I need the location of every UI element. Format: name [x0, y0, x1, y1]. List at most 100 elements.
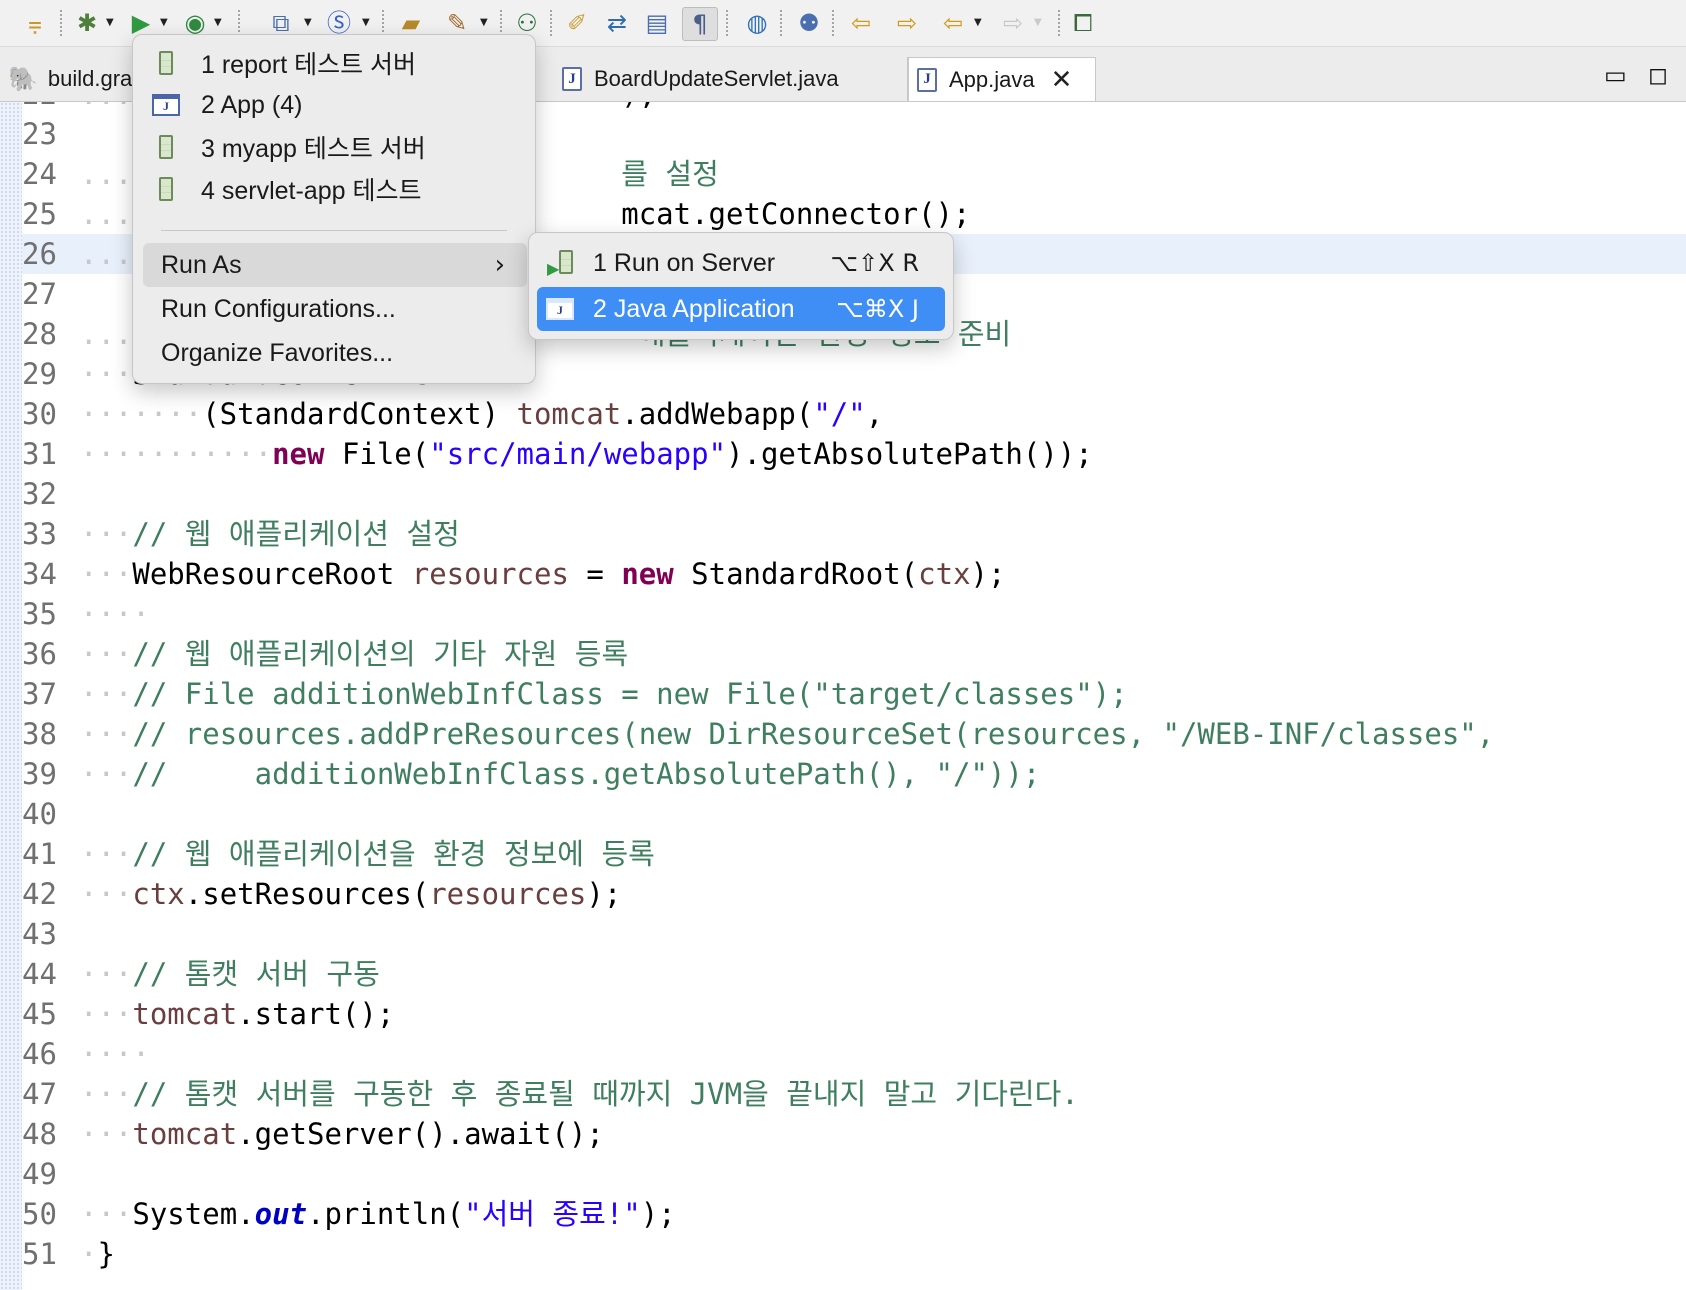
code-line[interactable]: 50 ···System.out.println("서버 종료!"); — [22, 1194, 1686, 1234]
chevron-down-icon[interactable]: ▼ — [480, 17, 488, 28]
code-line[interactable]: 48 ···tomcat.getServer().await(); — [22, 1114, 1686, 1154]
code-text: System. — [132, 1197, 255, 1231]
line-number: 42 — [22, 877, 57, 911]
code-line[interactable]: 45 ···tomcat.start(); — [22, 994, 1686, 1034]
chevron-down-icon[interactable]: ▼ — [160, 17, 168, 28]
code-text: ); — [621, 102, 656, 111]
organize-favorites-menu-item[interactable]: Organize Favorites... — [143, 331, 527, 375]
run-as-submenu: ▶ 1 Run on Server ⌥⇧X R J 2 Java Applica… — [528, 232, 954, 340]
menu-item-label: Run As — [161, 250, 242, 279]
code-variable: tomcat — [132, 1117, 238, 1151]
code-comment: // 웹 애플리케이션 설정 — [132, 517, 460, 551]
line-number: 48 — [22, 1117, 57, 1151]
java-application-menu-item[interactable]: J 2 Java Application ⌥⌘X J — [537, 287, 945, 331]
server-icon — [159, 177, 173, 201]
menu-item-label: 2 Java Application — [593, 294, 795, 323]
code-cast: (StandardContext) — [202, 397, 500, 431]
forward-arrow-icon[interactable]: ⇨ — [890, 7, 924, 39]
line-number: 32 — [22, 477, 57, 511]
tab-app-java[interactable]: J App.java ✕ — [908, 57, 1096, 101]
navigate-forward-icon[interactable]: ⇨ — [996, 7, 1030, 39]
chevron-down-icon[interactable]: ▼ — [214, 17, 222, 28]
document-icon[interactable]: ▤ — [640, 7, 674, 39]
code-line[interactable]: 38 ···// resources.addPreResources(new Di… — [22, 714, 1686, 754]
code-line[interactable]: 33 ···// 웹 애플리케이션 설정 — [22, 514, 1686, 554]
code-string: "src/main/webapp" — [429, 437, 727, 471]
filter-icon[interactable]: ⩦ — [18, 7, 52, 39]
close-icon[interactable]: ✕ — [1051, 67, 1073, 93]
toolbar-separator — [1058, 10, 1062, 36]
navigate-back-icon[interactable]: ⇦ — [936, 7, 970, 39]
code-text: mcat.getConnector(); — [621, 197, 971, 231]
code-line[interactable]: 35 ···· — [22, 594, 1686, 634]
chevron-down-icon[interactable]: ▼ — [1034, 17, 1042, 28]
compare-icon[interactable]: ⇄ — [600, 7, 634, 39]
favorite-item-servlet-app[interactable]: 4 servlet-app 테스트 — [143, 169, 527, 209]
maximize-icon[interactable]: ◻ — [1648, 61, 1668, 89]
pilcrow-icon[interactable]: ¶ — [682, 7, 718, 41]
code-text: .start(); — [237, 997, 395, 1031]
globe-icon[interactable]: ◍ — [740, 7, 774, 39]
menu-item-label: 1 report 테스트 서버 — [201, 51, 417, 79]
code-line[interactable]: 30 ·······(StandardContext) tomcat.addWeb… — [22, 394, 1686, 434]
chevron-down-icon[interactable]: ▼ — [974, 17, 982, 28]
code-comment: // 웹 애플리케이션을 환경 정보에 등록 — [132, 837, 655, 871]
menu-item-label: 4 servlet-app 테스트 — [201, 177, 422, 205]
line-number: 43 — [22, 917, 57, 951]
new-window-icon[interactable]: ⧠ — [1066, 7, 1100, 39]
code-keyword: new — [621, 557, 674, 591]
line-number: 31 — [22, 437, 57, 471]
line-number: 50 — [22, 1197, 57, 1231]
run-on-server-menu-item[interactable]: ▶ 1 Run on Server ⌥⇧X R — [537, 241, 945, 285]
code-line[interactable]: 43 — [22, 914, 1686, 954]
run-as-menu-item[interactable]: Run As › — [143, 243, 527, 287]
code-line[interactable]: 47 ···// 톰캣 서버를 구동한 후 종료될 때까지 JVM을 끝내지 말고… — [22, 1074, 1686, 1114]
minimize-icon[interactable]: ▭ — [1604, 61, 1627, 89]
line-number: 49 — [22, 1157, 57, 1191]
person-icon[interactable]: ⚉ — [792, 7, 826, 39]
code-string: "서버 종료!" — [464, 1197, 641, 1231]
code-line[interactable]: 32 — [22, 474, 1686, 514]
code-line[interactable]: 44 ···// 톰캣 서버 구동 — [22, 954, 1686, 994]
chevron-down-icon[interactable]: ▼ — [362, 17, 370, 28]
menu-item-label: 3 myapp 테스트 서버 — [201, 135, 426, 163]
code-variable: tomcat — [132, 997, 238, 1031]
code-line[interactable]: 41 ···// 웹 애플리케이션을 환경 정보에 등록 — [22, 834, 1686, 874]
menu-separator — [161, 230, 507, 231]
toolbar-separator — [238, 10, 242, 36]
menu-item-label: Organize Favorites... — [161, 338, 394, 367]
code-line[interactable]: 34 ···WebResourceRoot resources = new Sta… — [22, 554, 1686, 594]
favorite-item-app[interactable]: J 2 App (4) — [143, 85, 527, 125]
run-configurations-menu-item[interactable]: Run Configurations... — [143, 287, 527, 331]
tab-build-gradle[interactable]: 🐘 build.gra — [0, 57, 140, 101]
code-line[interactable]: 40 — [22, 794, 1686, 834]
code-line[interactable]: 31 ···········new File("src/main/webapp")… — [22, 434, 1686, 474]
code-line[interactable]: 46 ···· — [22, 1034, 1686, 1074]
code-line[interactable]: 51 ·} — [22, 1234, 1686, 1274]
code-line[interactable]: 37 ···// File additionWebInfClass = new F… — [22, 674, 1686, 714]
favorite-item-myapp[interactable]: 3 myapp 테스트 서버 — [143, 127, 527, 167]
chevron-down-icon[interactable]: ▼ — [304, 17, 312, 28]
toolbar-separator — [500, 10, 504, 36]
code-string: "/" — [813, 397, 866, 431]
code-line[interactable]: 39 ···// additionWebInfClass.getAbsoluteP… — [22, 754, 1686, 794]
back-arrow-icon[interactable]: ⇦ — [844, 7, 878, 39]
line-number: 28 — [22, 317, 57, 351]
run-favorites-menu: 1 report 테스트 서버 J 2 App (4) 3 myapp 테스트 … — [132, 34, 536, 384]
toolbar-separator — [780, 10, 784, 36]
favorite-item-report[interactable]: 1 report 테스트 서버 — [143, 43, 527, 83]
line-number: 46 — [22, 1037, 57, 1071]
chevron-down-icon[interactable]: ▼ — [106, 17, 114, 28]
tab-board-update-servlet[interactable]: J BoardUpdateServlet.java — [554, 57, 908, 101]
code-line[interactable]: 36 ···// 웹 애플리케이션의 기타 자원 등록 — [22, 634, 1686, 674]
line-number: 34 — [22, 557, 57, 591]
line-number: 36 — [22, 637, 57, 671]
menu-shortcut: ⌥⌘X J — [836, 295, 919, 323]
code-line[interactable]: 49 — [22, 1154, 1686, 1194]
brush-icon[interactable]: ✐ — [560, 7, 594, 39]
code-line[interactable]: 42 ···ctx.setResources(resources); — [22, 874, 1686, 914]
code-comment: // resources.addPreResources(new DirReso… — [132, 717, 1495, 751]
debug-bug-icon[interactable]: ✱ — [70, 7, 104, 39]
code-text: ).getAbsolutePath()); — [726, 437, 1093, 471]
line-number: 51 — [22, 1237, 57, 1271]
